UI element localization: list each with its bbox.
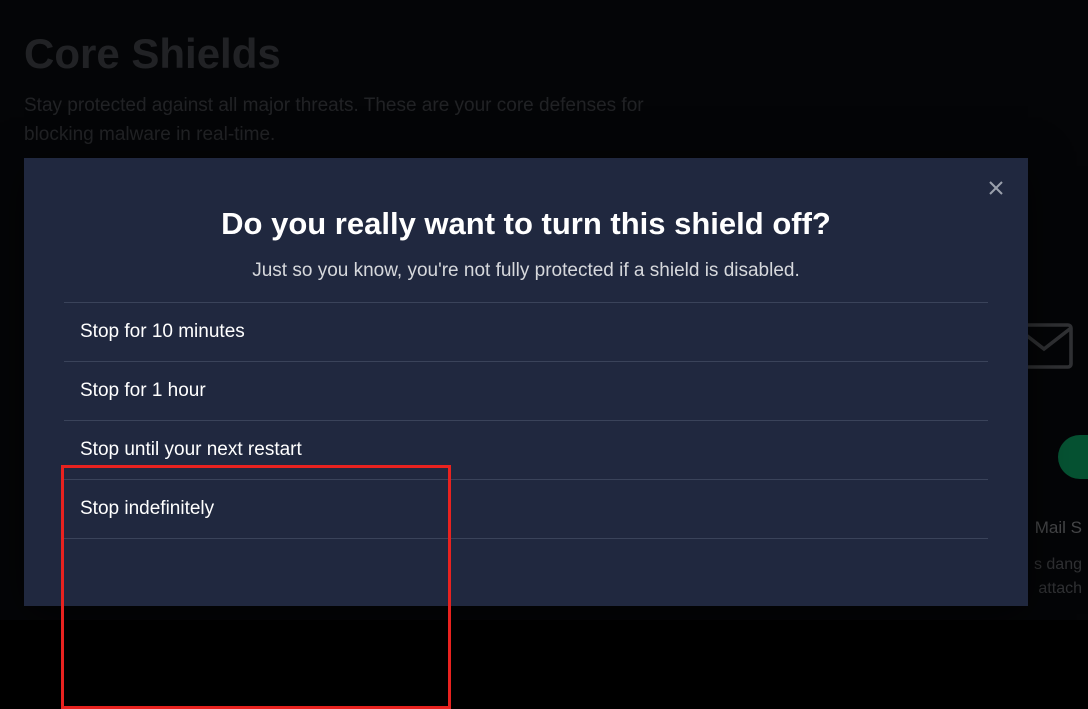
option-stop-10min[interactable]: Stop for 10 minutes xyxy=(64,303,988,362)
close-icon xyxy=(988,180,1004,196)
option-stop-1hour[interactable]: Stop for 1 hour xyxy=(64,362,988,421)
option-stop-restart[interactable]: Stop until your next restart xyxy=(64,421,988,480)
option-stop-indefinitely[interactable]: Stop indefinitely xyxy=(64,480,988,539)
close-button[interactable] xyxy=(984,176,1008,200)
modal-subtitle: Just so you know, you're not fully prote… xyxy=(24,260,1028,282)
modal-title: Do you really want to turn this shield o… xyxy=(24,158,1028,242)
option-list: Stop for 10 minutes Stop for 1 hour Stop… xyxy=(64,302,988,539)
shield-off-modal: Do you really want to turn this shield o… xyxy=(24,158,1028,606)
